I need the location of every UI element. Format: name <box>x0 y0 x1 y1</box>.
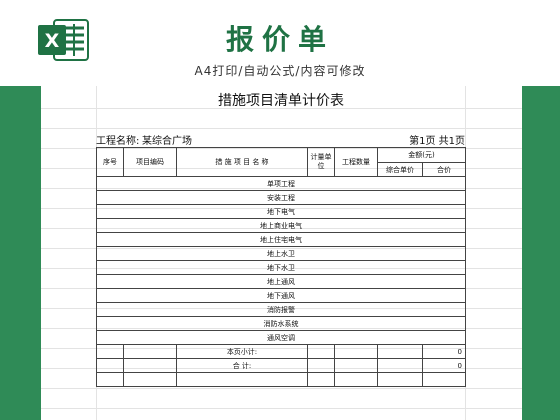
subtotal-value: 0 <box>422 344 466 359</box>
page-subtitle: A4打印/自动公式/内容可修改 <box>194 64 366 78</box>
measures-table: 序号 项目编码 措 施 项 目 名 称 计量单位 工程数量 金额(元) 综合单价… <box>96 147 466 387</box>
measure-item: 消防水系统 <box>96 316 466 331</box>
table-row: 安装工程 <box>96 190 466 205</box>
empty-cell <box>422 372 466 387</box>
table-row: 消防报警 <box>96 302 466 317</box>
header-seq: 序号 <box>96 147 124 177</box>
table-row: 地下通风 <box>96 288 466 303</box>
measure-item: 地下通风 <box>96 288 466 303</box>
page-info: 第1页 共1页 <box>409 136 465 147</box>
gridline <box>41 408 522 409</box>
empty-cell <box>377 358 423 373</box>
table-row: 地上水卫 <box>96 246 466 261</box>
table-row: 地下电气 <box>96 204 466 219</box>
project-name: 某综合广场 <box>142 136 192 147</box>
gridline <box>41 388 522 389</box>
empty-cell <box>334 372 378 387</box>
empty-cell <box>176 372 308 387</box>
table-row: 地上商业电气 <box>96 218 466 233</box>
measure-item: 地上水卫 <box>96 246 466 261</box>
empty-cell <box>377 344 423 359</box>
measure-item: 地上住宅电气 <box>96 232 466 247</box>
empty-cell <box>123 344 177 359</box>
header-quantity: 工程数量 <box>334 147 378 177</box>
empty-cell <box>96 344 124 359</box>
table-row: 消防水系统 <box>96 316 466 331</box>
table-row <box>96 372 466 387</box>
measure-item: 单项工程 <box>96 176 466 191</box>
measure-item: 通风空调 <box>96 330 466 345</box>
project-label: 工程名称: <box>96 136 140 147</box>
measure-item: 地下水卫 <box>96 260 466 275</box>
table-row: 地下水卫 <box>96 260 466 275</box>
empty-cell <box>377 372 423 387</box>
banner: X 报价单 A4打印/自动公式/内容可修改 <box>0 0 560 88</box>
empty-cell <box>307 344 335 359</box>
empty-cell <box>123 372 177 387</box>
sheet-title: 措施项目清单计价表 <box>218 93 344 109</box>
subtotal-row: 本页小计: 0 <box>96 344 466 359</box>
page-title: 报价单 <box>225 23 334 56</box>
total-row: 合 计: 0 <box>96 358 466 373</box>
gridline <box>41 128 522 129</box>
empty-cell <box>307 372 335 387</box>
empty-cell <box>96 358 124 373</box>
header-code: 项目编码 <box>123 147 177 177</box>
total-label: 合 计: <box>176 358 308 373</box>
measure-item: 地上商业电气 <box>96 218 466 233</box>
empty-cell <box>334 344 378 359</box>
header-amount: 金额(元) <box>377 147 466 163</box>
empty-cell <box>307 358 335 373</box>
empty-cell <box>334 358 378 373</box>
measure-item: 地上通风 <box>96 274 466 289</box>
measure-item: 消防报警 <box>96 302 466 317</box>
table-row: 地上通风 <box>96 274 466 289</box>
total-value: 0 <box>422 358 466 373</box>
empty-cell <box>123 358 177 373</box>
header-unit-price: 综合单价 <box>377 162 423 177</box>
spreadsheet-preview: 措施项目清单计价表 工程名称: 某综合广场 第1页 共1页 序号 项目编码 措 … <box>41 86 522 420</box>
table-header-row: 序号 项目编码 措 施 项 目 名 称 计量单位 工程数量 金额(元) <box>96 147 466 177</box>
measure-item: 安装工程 <box>96 190 466 205</box>
table-row: 地上住宅电气 <box>96 232 466 247</box>
measure-item: 地下电气 <box>96 204 466 219</box>
header-total: 合价 <box>422 162 466 177</box>
table-row: 通风空调 <box>96 330 466 345</box>
table-row: 单项工程 <box>96 176 466 191</box>
empty-cell <box>96 372 124 387</box>
subtotal-label: 本页小计: <box>176 344 308 359</box>
header-name: 措 施 项 目 名 称 <box>176 147 308 177</box>
header-unit: 计量单位 <box>307 147 335 177</box>
